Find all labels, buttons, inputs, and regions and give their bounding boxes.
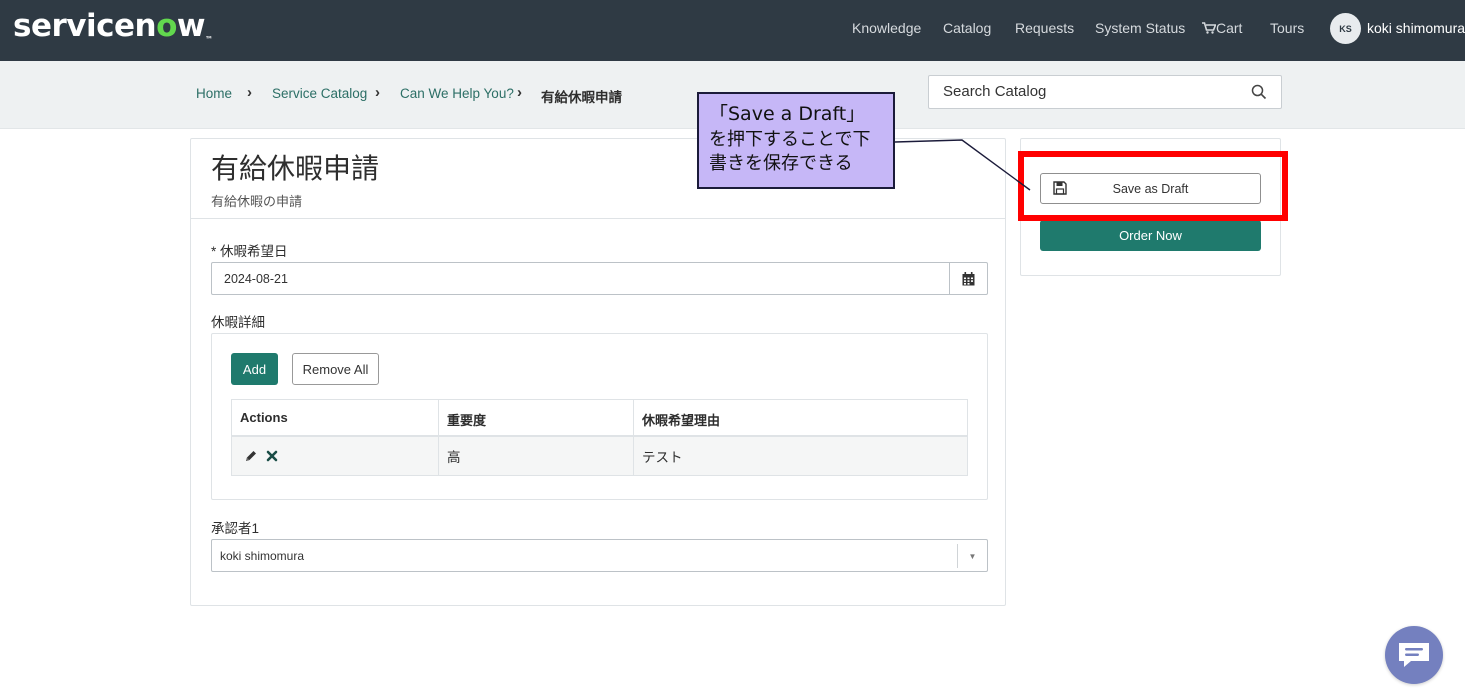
breadcrumb-can-we-help[interactable]: Can We Help You? bbox=[400, 86, 514, 101]
pencil-icon[interactable] bbox=[244, 449, 258, 463]
approver-select[interactable]: koki shimomura ▼ bbox=[211, 539, 988, 572]
chat-bubble-icon bbox=[1399, 643, 1429, 667]
nav-cart[interactable]: Cart bbox=[1202, 20, 1242, 36]
search-icon[interactable] bbox=[1251, 84, 1267, 100]
dropdown-arrow-icon[interactable]: ▼ bbox=[957, 544, 987, 568]
user-name[interactable]: koki shimomura bbox=[1367, 20, 1465, 36]
date-label: * 休暇希望日 bbox=[211, 244, 288, 259]
top-navbar: servicenow™ Knowledge Catalog Requests S… bbox=[0, 0, 1465, 61]
breadcrumb-home[interactable]: Home bbox=[196, 86, 232, 101]
servicenow-logo[interactable]: servicenow™ bbox=[13, 8, 213, 44]
nav-knowledge[interactable]: Knowledge bbox=[852, 20, 921, 36]
chevron-right-icon: › bbox=[247, 84, 252, 101]
column-header-reason: 休暇希望理由 bbox=[634, 400, 967, 437]
highlight-box bbox=[1018, 151, 1288, 221]
cart-icon bbox=[1202, 22, 1217, 34]
approver-value: koki shimomura bbox=[220, 549, 305, 563]
calendar-button[interactable] bbox=[949, 263, 987, 294]
order-now-button[interactable]: Order Now bbox=[1040, 220, 1261, 251]
chevron-right-icon: › bbox=[517, 84, 522, 101]
table-cell-importance: 高 bbox=[439, 437, 634, 475]
delete-icon[interactable] bbox=[266, 450, 278, 462]
column-header-actions: Actions bbox=[232, 400, 439, 437]
nav-catalog[interactable]: Catalog bbox=[943, 20, 991, 36]
date-field[interactable]: 2024-08-21 bbox=[211, 262, 988, 295]
details-table: Actions 重要度 休暇希望理由 高 テスト bbox=[231, 399, 968, 476]
breadcrumb-current: 有給休暇申請 bbox=[541, 90, 622, 105]
page-title: 有給休暇申請 bbox=[211, 153, 380, 184]
nav-tours[interactable]: Tours bbox=[1270, 20, 1304, 36]
remove-all-button[interactable]: Remove All bbox=[292, 353, 379, 385]
nav-requests[interactable]: Requests bbox=[1015, 20, 1074, 36]
add-button[interactable]: Add bbox=[231, 353, 278, 385]
breadcrumb-service-catalog[interactable]: Service Catalog bbox=[272, 86, 367, 101]
chevron-right-icon: › bbox=[375, 84, 380, 101]
avatar[interactable]: KS bbox=[1330, 13, 1361, 44]
table-cell-reason: テスト bbox=[634, 437, 967, 475]
search-catalog-box bbox=[928, 75, 1282, 109]
approver-label: 承認者1 bbox=[211, 521, 260, 536]
nav-system-status[interactable]: System Status bbox=[1095, 20, 1185, 36]
search-input[interactable] bbox=[943, 83, 1233, 100]
calendar-icon bbox=[962, 271, 975, 285]
page-subtitle: 有給休暇の申請 bbox=[211, 194, 303, 209]
details-label: 休暇詳細 bbox=[211, 315, 265, 330]
annotation-callout: 「Save a Draft」 を押下することで下書きを保存できる bbox=[697, 92, 895, 189]
table-row-actions bbox=[232, 437, 439, 475]
column-header-importance: 重要度 bbox=[439, 400, 634, 437]
chat-button[interactable] bbox=[1385, 626, 1443, 684]
date-value: 2024-08-21 bbox=[224, 272, 288, 286]
